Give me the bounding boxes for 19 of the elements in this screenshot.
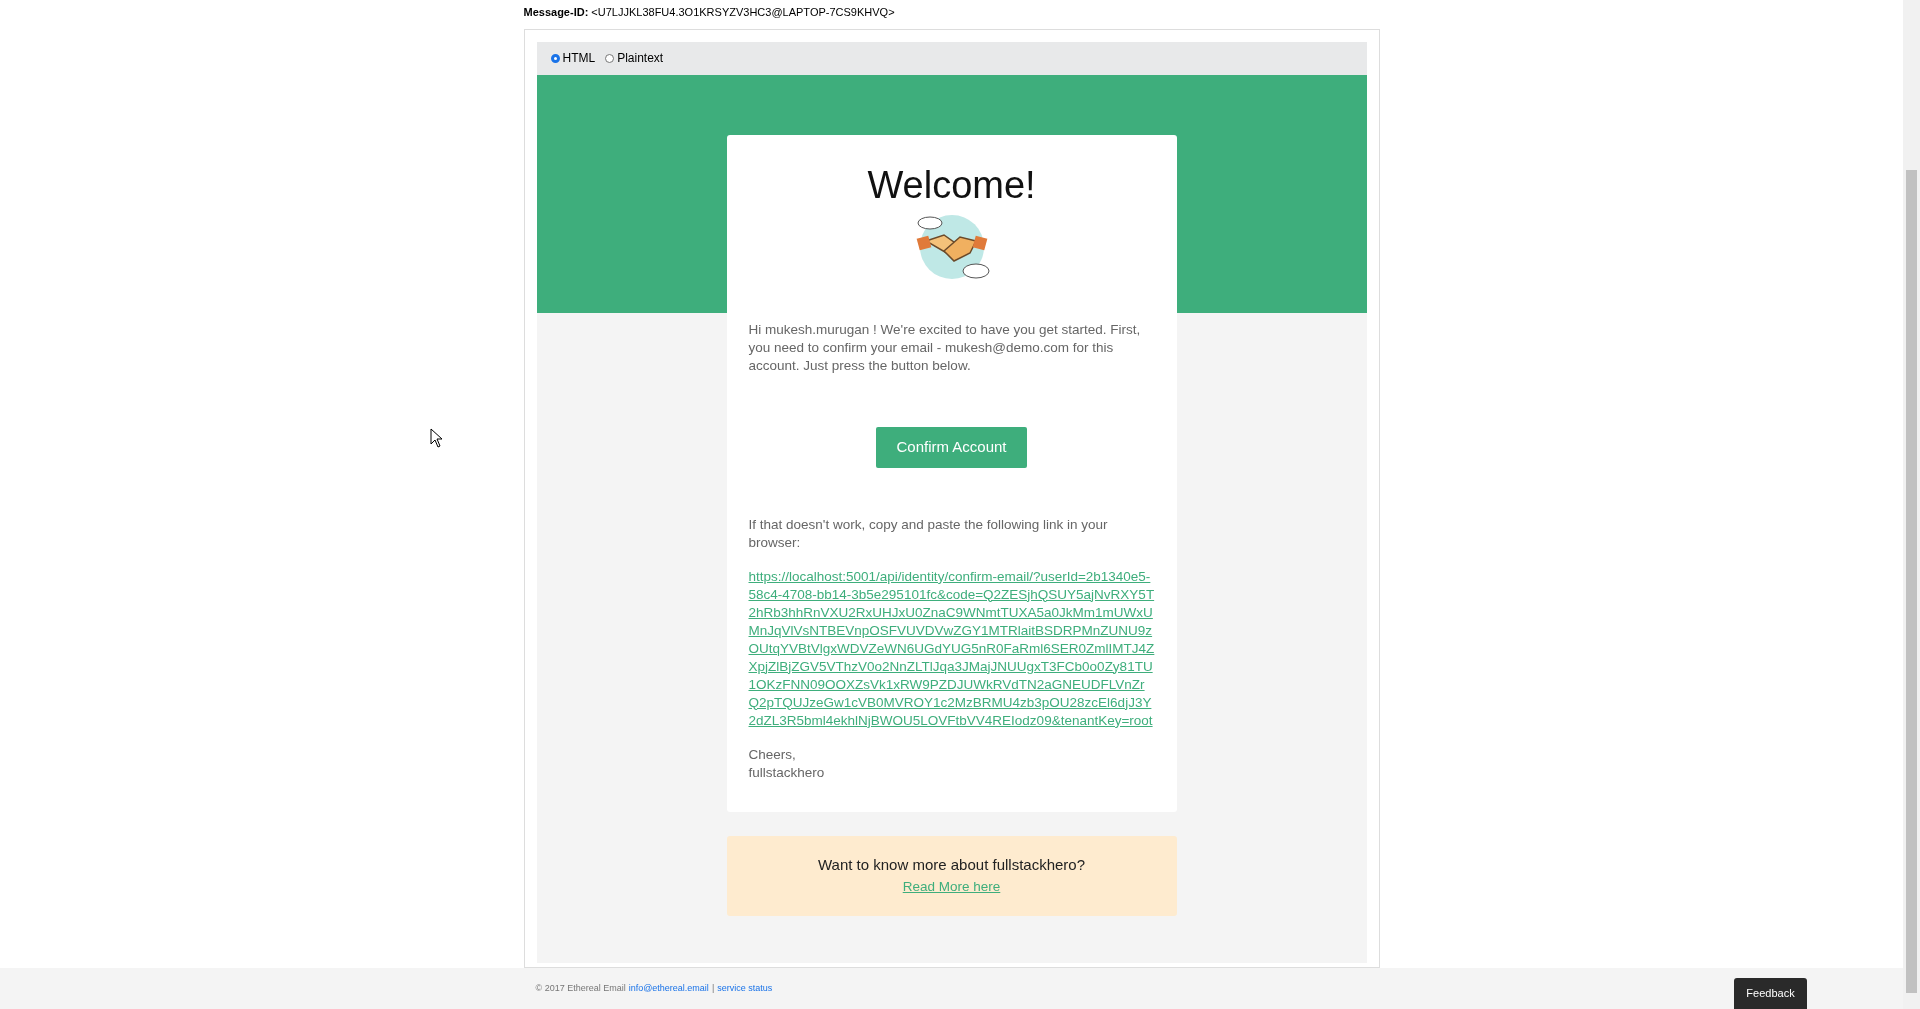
intro-text: Hi mukesh.murugan ! We're excited to have you get started. First, you need to confirm your email - mukesh@demo.com for this account. Just press the button below. [748, 320, 1142, 375]
view-radio[interactable]: Plaintext [605, 49, 664, 67]
copyright-text: © 2017 Ethereal Email [535, 981, 626, 995]
confirm-link[interactable]: https://localhost:5001/api/identity/confirm-email/?userId=2b1340e5-58c4-4708-bb14-3b5e295101fc&code=Q2ZESjhQSUY5ajNvRXY5T2hRb3hhRnVXU2RxUHJxU0ZnaC9WNmtTUXA5a0JkMm1mUWxUMnJqVlVsNTBEVnpOSFVUVDVwZGY1MTRlaitBSDRPMnZUNU9zOUtqYVBtVlgxWDVZeWN6UGdYUG5nR0FaRml6SER0ZmlIMTJ4ZXpjZlBjZGV5VThzV0o2NnZLTlJqa3JMajJNUUgxT3FCb0o0Zy81TU1OKzFNN09OOXZsVk1xRW9PZDJUWkRVdTN2aGNEUDFLVnZrQ2pTQUJzeGw1cVB0MVROY1c2MzBRMU4zb3pOU28zcEl6djJ3Y2dZL3R5bml4ekhlNjBWOU5LOVFtbVV4REIodz09&tenantKey=root [748, 567, 1155, 730]
promo-text: Want to know more about fullstackhero? [817, 855, 1086, 876]
view-radio[interactable]: HTML [550, 49, 596, 67]
message-id-label: Message-ID: [523, 6, 589, 18]
separator: | [711, 981, 715, 995]
welcome-title: Welcome! [866, 162, 1037, 207]
fallback-text: If that doesn't work, copy and paste the following link in your browser: [748, 515, 1109, 552]
signoff-text: Cheers, [748, 745, 797, 764]
confirm-account-button[interactable]: Confirm Account [876, 426, 1027, 468]
message-id: <U7LJJKL38FU4.3O1KRSYZV3HC3@LAPTOP-7CS9KHVQ> [591, 6, 895, 18]
feedback-button[interactable]: Feedback [1734, 978, 1807, 1009]
email-link[interactable]: info@ethereal.email [628, 981, 709, 995]
service-status-link[interactable]: service status [717, 981, 773, 995]
signoff-text: fullstackhero [748, 763, 826, 782]
mouse-cursor-icon [430, 428, 443, 448]
read-more-link[interactable]: Read More here [902, 876, 1001, 897]
